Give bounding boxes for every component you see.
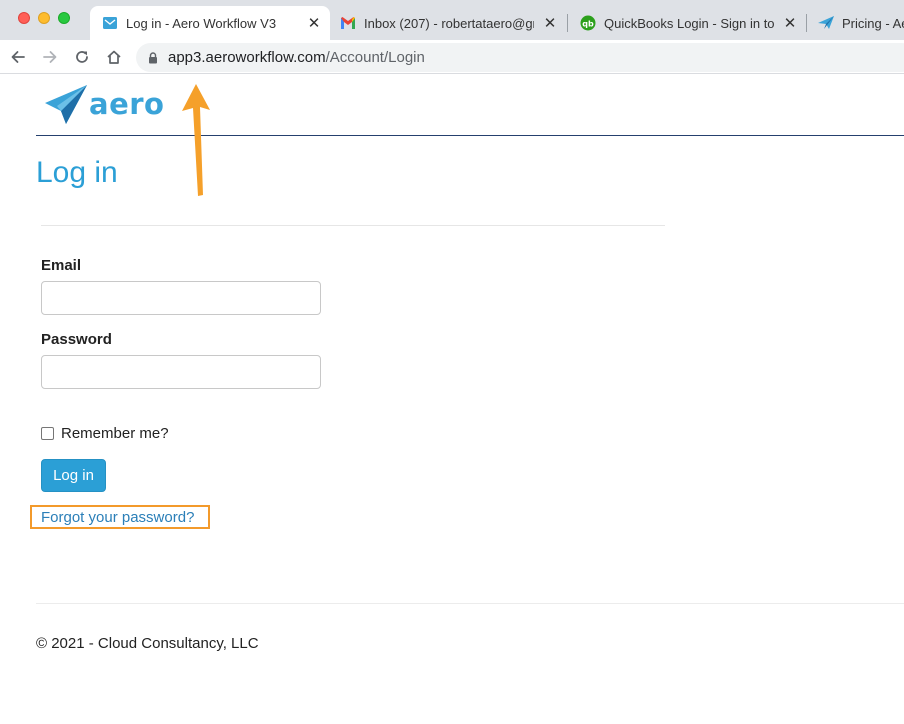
aero-logo[interactable]: aero: [44, 84, 164, 124]
title-divider: [41, 225, 665, 226]
window-minimize-button[interactable]: [38, 12, 50, 24]
annotation-up-arrow: [182, 84, 210, 196]
tab-title: Log in - Aero Workflow V3: [126, 15, 277, 31]
header-divider: [36, 135, 904, 136]
url-host: app3.aeroworkflow.com: [168, 49, 326, 66]
remember-me-label[interactable]: Remember me?: [61, 425, 169, 442]
email-label: Email: [41, 257, 82, 274]
address-bar[interactable]: app3.aeroworkflow.com/Account/Login: [136, 43, 904, 72]
gmail-icon: [340, 15, 356, 31]
page-title: Log in: [36, 156, 118, 189]
svg-text:qb: qb: [582, 19, 594, 28]
forgot-password-link[interactable]: Forgot your password?: [41, 509, 194, 526]
aero-envelope-icon: [102, 15, 118, 31]
password-field[interactable]: [41, 355, 321, 389]
remember-me-row[interactable]: Remember me?: [41, 425, 169, 442]
tab-close-icon[interactable]: ✕: [306, 14, 322, 32]
login-button[interactable]: Log in: [41, 459, 106, 492]
tab-close-icon[interactable]: ✕: [782, 14, 798, 32]
logo-text: aero: [89, 87, 165, 121]
remember-me-checkbox[interactable]: [41, 427, 54, 440]
tab-close-icon[interactable]: ✕: [542, 14, 558, 32]
tab-quickbooks-login[interactable]: qb QuickBooks Login - Sign in to Q ✕: [568, 6, 806, 40]
back-arrow-icon[interactable]: [7, 46, 29, 68]
reload-icon[interactable]: [71, 46, 93, 68]
footer-divider: [36, 603, 904, 604]
aero-plane-icon: [818, 15, 834, 31]
tab-title: Pricing - Ae: [842, 15, 904, 31]
paper-plane-icon: [45, 85, 87, 124]
url-path: /Account/Login: [325, 49, 425, 66]
tab-gmail-inbox[interactable]: Inbox (207) - robertataero@gm ✕: [328, 6, 566, 40]
browser-tab-strip: Log in - Aero Workflow V3 ✕ Inbox (207) …: [0, 0, 904, 40]
url-text: app3.aeroworkflow.com/Account/Login: [168, 49, 425, 66]
footer-copyright: © 2021 - Cloud Consultancy, LLC: [36, 635, 259, 652]
tab-title: Inbox (207) - robertataero@gm: [364, 15, 534, 31]
tab-aero-pricing[interactable]: Pricing - Ae: [806, 6, 904, 40]
quickbooks-icon: qb: [580, 15, 596, 31]
tab-title: QuickBooks Login - Sign in to Q: [604, 15, 774, 31]
browser-toolbar: app3.aeroworkflow.com/Account/Login: [0, 40, 904, 74]
window-close-button[interactable]: [18, 12, 30, 24]
forward-arrow-icon[interactable]: [39, 46, 61, 68]
window-zoom-button[interactable]: [58, 12, 70, 24]
email-field[interactable]: [41, 281, 321, 315]
tab-aero-login[interactable]: Log in - Aero Workflow V3 ✕: [90, 6, 330, 40]
home-icon[interactable]: [103, 46, 125, 68]
password-label: Password: [41, 331, 112, 348]
lock-icon[interactable]: [148, 51, 158, 64]
